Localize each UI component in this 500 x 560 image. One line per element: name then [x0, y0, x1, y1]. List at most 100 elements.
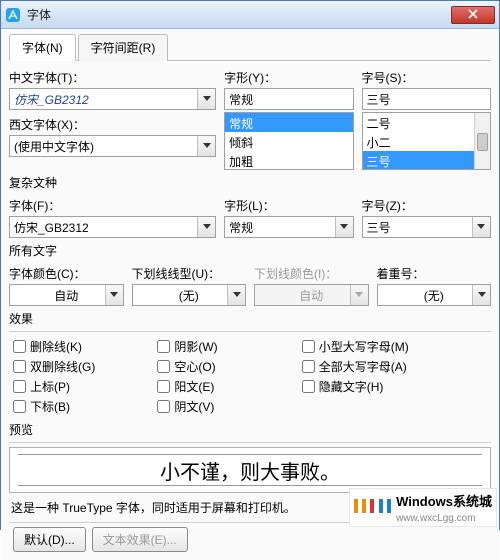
checkbox-label: 下标(B)	[30, 398, 70, 415]
checkbox-superscript[interactable]: 上标(P)	[13, 378, 145, 395]
chevron-down-icon	[227, 285, 245, 305]
complex-group-title: 复杂文种	[9, 174, 491, 193]
size-label: 字号(S)：	[362, 69, 491, 86]
checkbox-subscript[interactable]: 下标(B)	[13, 398, 145, 415]
chevron-down-icon	[472, 217, 490, 237]
size-listbox[interactable]: 二号 小二 三号	[362, 112, 491, 170]
western-font-value: (使用中文字体)	[14, 138, 94, 155]
complex-font-combo[interactable]: 仿宋_GB2312	[9, 216, 216, 238]
checkbox-strike[interactable]: 删除线(K)	[13, 338, 145, 355]
style-input[interactable]: 常规	[224, 88, 353, 110]
watermark-bars	[354, 499, 392, 516]
checkbox-smallcaps[interactable]: 小型大写字母(M)	[302, 338, 487, 355]
style-value: 常规	[229, 91, 253, 108]
checkbox-label: 删除线(K)	[30, 338, 82, 355]
chevron-down-icon	[197, 136, 215, 156]
checkbox-label: 空心(O)	[174, 358, 215, 375]
size-value: 三号	[367, 91, 391, 108]
checkbox-hollow[interactable]: 空心(O)	[157, 358, 289, 375]
list-item[interactable]: 小二	[363, 132, 490, 151]
complex-style-value: 常规	[229, 219, 253, 236]
alltext-group-title: 所有文字	[9, 242, 491, 261]
complex-style-label: 字形(L)：	[224, 197, 353, 214]
preview-box: 小不谨，则大事败。	[9, 447, 491, 493]
checkbox-label: 阴文(V)	[174, 398, 214, 415]
title-bar: 字体	[1, 1, 499, 29]
chevron-down-icon	[197, 217, 215, 237]
underline-color-value: 自动	[299, 287, 323, 304]
checkbox-shadow[interactable]: 阴影(W)	[157, 338, 289, 355]
effects-group-title: 效果	[9, 310, 491, 329]
complex-size-combo[interactable]: 三号	[362, 216, 491, 238]
underline-combo[interactable]: (无)	[132, 284, 247, 306]
font-color-combo[interactable]: 自动	[9, 284, 124, 306]
underline-value: (无)	[179, 287, 199, 304]
separator	[9, 442, 491, 443]
tab-strip: 字体(N) 字符间距(R)	[9, 33, 491, 61]
checkbox-dstrike[interactable]: 双删除线(G)	[13, 358, 145, 375]
style-listbox[interactable]: 常规 倾斜 加粗	[224, 112, 353, 170]
chevron-down-icon	[472, 285, 490, 305]
checkbox-allcaps[interactable]: 全部大写字母(A)	[302, 358, 487, 375]
chevron-down-icon	[350, 285, 368, 305]
zh-font-label: 中文字体(T)：	[9, 69, 216, 86]
checkbox-label: 上标(P)	[30, 378, 70, 395]
font-color-value: 自动	[54, 287, 78, 304]
scrollbar-thumb[interactable]	[477, 133, 488, 151]
default-button[interactable]: 默认(D)...	[13, 527, 86, 552]
checkbox-label: 隐藏文字(H)	[319, 378, 384, 395]
style-label: 字形(Y)：	[224, 69, 353, 86]
button-row: 默认(D)... 文本效果(E)...	[9, 527, 491, 552]
emphasis-value: (无)	[424, 287, 444, 304]
checkbox-engrave[interactable]: 阴文(V)	[157, 398, 289, 415]
checkbox-label: 全部大写字母(A)	[319, 358, 407, 375]
watermark-brand: Windows系统城	[396, 494, 492, 509]
list-item[interactable]: 二号	[363, 113, 490, 132]
complex-font-label: 字体(F)：	[9, 197, 216, 214]
chevron-down-icon	[105, 285, 123, 305]
underline-label: 下划线线型(U)：	[132, 265, 247, 282]
effects-grid: 删除线(K) 阴影(W) 小型大写字母(M) 双删除线(G) 空心(O) 全部大…	[9, 336, 491, 417]
western-font-label: 西文字体(X)：	[9, 116, 216, 133]
font-dialog: 字体 字体(N) 字符间距(R) 中文字体(T)： 仿宋_GB2312 西文字体…	[0, 0, 500, 530]
close-icon	[468, 8, 478, 22]
underline-color-label: 下划线颜色(I)：	[254, 265, 369, 282]
underline-color-combo: 自动	[254, 284, 369, 306]
complex-style-combo[interactable]: 常规	[224, 216, 353, 238]
zh-font-combo[interactable]: 仿宋_GB2312	[9, 88, 216, 110]
complex-font-value: 仿宋_GB2312	[14, 219, 89, 236]
watermark: Windows系统城 www.wxcLgg.com	[349, 488, 497, 527]
tab-spacing[interactable]: 字符间距(R)	[78, 34, 169, 61]
checkbox-emboss[interactable]: 阳文(E)	[157, 378, 289, 395]
separator	[9, 331, 491, 332]
top-row: 中文字体(T)： 仿宋_GB2312 西文字体(X)： (使用中文字体) 字形(…	[9, 67, 491, 170]
checkbox-label: 双删除线(G)	[30, 358, 95, 375]
checkbox-label: 阳文(E)	[174, 378, 214, 395]
preview-sample: 小不谨，则大事败。	[160, 456, 340, 485]
scrollbar[interactable]	[474, 113, 490, 169]
checkbox-label: 小型大写字母(M)	[319, 338, 409, 355]
preview-group-title: 预览	[9, 421, 491, 440]
list-item[interactable]: 三号	[363, 151, 490, 170]
text-effects-button: 文本效果(E)...	[92, 527, 188, 552]
client-area: 字体(N) 字符间距(R) 中文字体(T)： 仿宋_GB2312 西文字体(X)…	[1, 29, 499, 560]
list-item[interactable]: 常规	[225, 113, 352, 132]
list-item[interactable]: 加粗	[225, 151, 352, 170]
western-font-combo[interactable]: (使用中文字体)	[9, 135, 216, 157]
chevron-down-icon	[335, 217, 353, 237]
zh-font-value: 仿宋_GB2312	[14, 91, 89, 108]
window-title: 字体	[27, 6, 451, 23]
chevron-down-icon	[197, 89, 215, 109]
app-icon	[5, 7, 21, 23]
tab-font[interactable]: 字体(N)	[9, 34, 76, 61]
checkbox-label: 阴影(W)	[174, 338, 217, 355]
complex-size-label: 字号(Z)：	[362, 197, 491, 214]
list-item[interactable]: 倾斜	[225, 132, 352, 151]
watermark-url: www.wxcLgg.com	[396, 513, 475, 524]
close-button[interactable]	[451, 6, 495, 24]
color-label: 字体颜色(C)：	[9, 265, 124, 282]
emphasis-combo[interactable]: (无)	[377, 284, 492, 306]
emphasis-label: 着重号：	[377, 265, 492, 282]
checkbox-hidden[interactable]: 隐藏文字(H)	[302, 378, 487, 395]
size-input[interactable]: 三号	[362, 88, 491, 110]
